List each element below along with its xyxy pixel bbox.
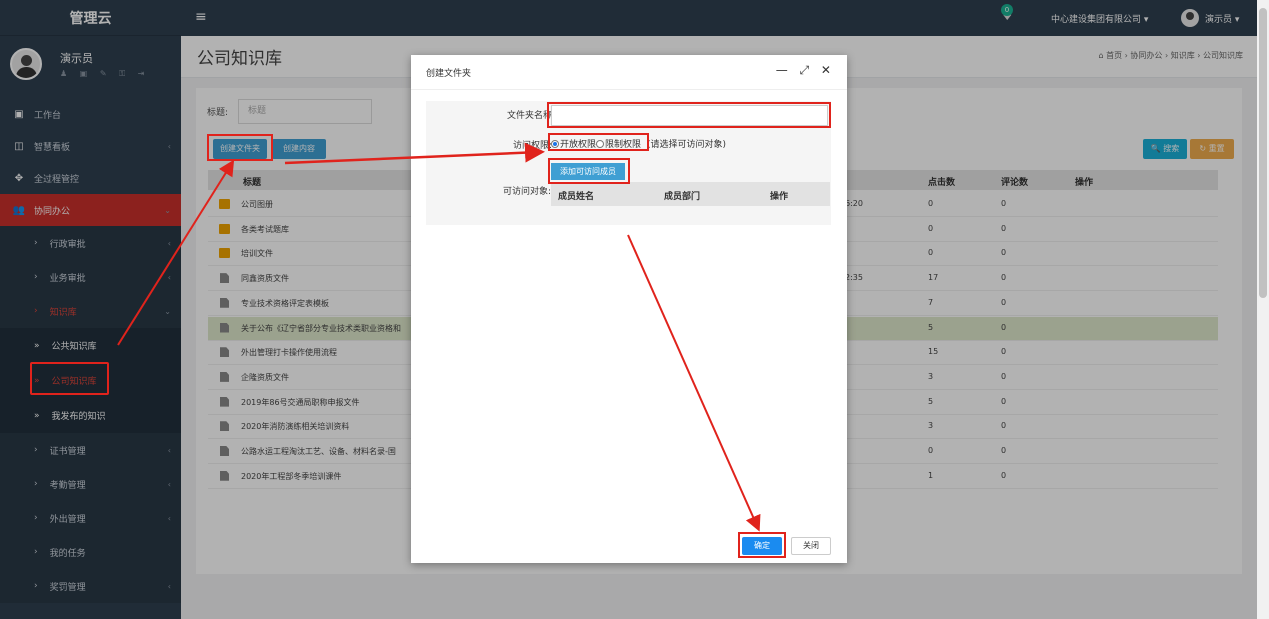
dialog-title: 创建文件夹 [426, 69, 472, 79]
dialog-window-controls[interactable]: — ⤢ ✕ [776, 63, 835, 78]
member-table-header: 成员姓名 成员部门 操作 [551, 182, 830, 206]
divider [411, 89, 847, 90]
close-button[interactable]: 关闭 [791, 537, 831, 555]
highlight-box [547, 102, 831, 128]
access-hint: (请选择可访问对象) [647, 140, 727, 150]
highlight-box [738, 532, 786, 558]
highlight-box [548, 133, 649, 151]
highlight-box [30, 362, 109, 395]
scrollbar-thumb[interactable] [1259, 8, 1267, 298]
highlight-box [548, 158, 630, 184]
highlight-box [207, 134, 273, 161]
visible-members-label: 可访问对象: [503, 187, 552, 197]
column-member-dept: 成员部门 [664, 192, 701, 202]
access-label: 访问权限: [513, 141, 553, 151]
column-member-name: 成员姓名 [558, 192, 595, 202]
column-member-ops: 操作 [770, 192, 789, 202]
create-folder-dialog: 创建文件夹 — ⤢ ✕ 文件夹名称: 访问权限: 开放权限 限制权限 (请选择可… [411, 55, 847, 563]
